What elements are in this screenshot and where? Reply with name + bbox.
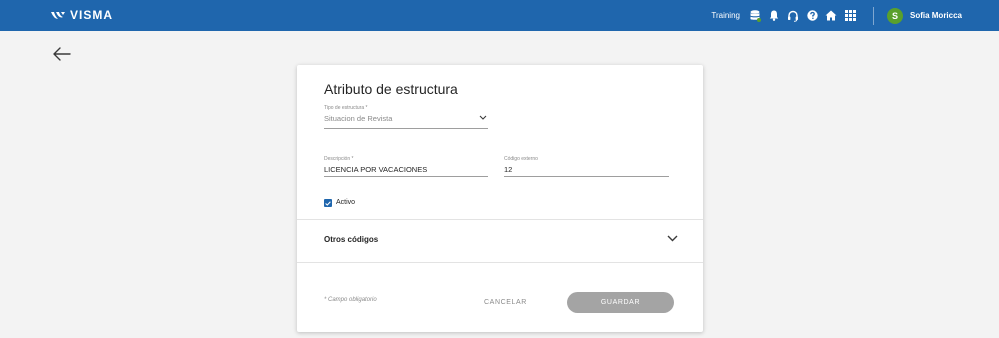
back-button[interactable] bbox=[52, 46, 72, 62]
user-name[interactable]: Sofia Moricca bbox=[910, 11, 962, 20]
headset-icon[interactable] bbox=[784, 7, 802, 25]
description-underline bbox=[324, 176, 488, 177]
chevron-down-icon[interactable] bbox=[667, 235, 678, 242]
toolbar-divider bbox=[872, 6, 874, 25]
external-code-input[interactable]: 12 bbox=[504, 165, 668, 174]
active-checkbox-label[interactable]: Activo bbox=[336, 199, 355, 206]
visma-logo[interactable]: VISMA bbox=[51, 8, 113, 22]
environment-label: Training bbox=[711, 11, 740, 20]
checkmark-icon bbox=[325, 200, 331, 206]
section-divider bbox=[297, 219, 703, 220]
external-code-label: Código externo bbox=[504, 156, 538, 162]
required-field-note: * Campo obligatorio bbox=[324, 297, 377, 303]
home-icon[interactable] bbox=[822, 7, 840, 25]
structure-type-select[interactable]: Situacion de Revista bbox=[324, 114, 484, 123]
bell-icon[interactable] bbox=[765, 7, 783, 25]
structure-type-label: Tipo de estructura * bbox=[324, 105, 368, 111]
top-navigation-bar: VISMA Training S Sofia Moricca bbox=[0, 0, 999, 31]
save-button[interactable]: GUARDAR bbox=[567, 292, 674, 313]
avatar[interactable]: S bbox=[886, 7, 903, 24]
form-title: Atributo de estructura bbox=[324, 81, 458, 97]
apps-grid-icon[interactable] bbox=[841, 7, 859, 25]
top-right-toolbar: Training S Sofia Moricca bbox=[711, 0, 999, 31]
active-checkbox[interactable] bbox=[324, 199, 332, 207]
description-label: Descripción * bbox=[324, 156, 354, 162]
chevron-down-icon[interactable] bbox=[479, 115, 487, 120]
help-icon[interactable] bbox=[803, 7, 821, 25]
visma-logo-icon bbox=[51, 11, 65, 19]
database-icon[interactable] bbox=[746, 7, 764, 25]
arrow-left-icon bbox=[53, 47, 71, 61]
external-code-underline bbox=[504, 176, 669, 177]
structure-type-underline bbox=[324, 128, 488, 129]
section-divider bbox=[297, 262, 703, 263]
brand-name: VISMA bbox=[70, 8, 114, 22]
description-input[interactable]: LICENCIA POR VACACIONES bbox=[324, 165, 488, 174]
structure-attribute-form: Atributo de estructura Tipo de estructur… bbox=[297, 65, 703, 332]
other-codes-toggle[interactable]: Otros códigos bbox=[324, 235, 378, 244]
cancel-button[interactable]: CANCELAR bbox=[477, 297, 534, 309]
